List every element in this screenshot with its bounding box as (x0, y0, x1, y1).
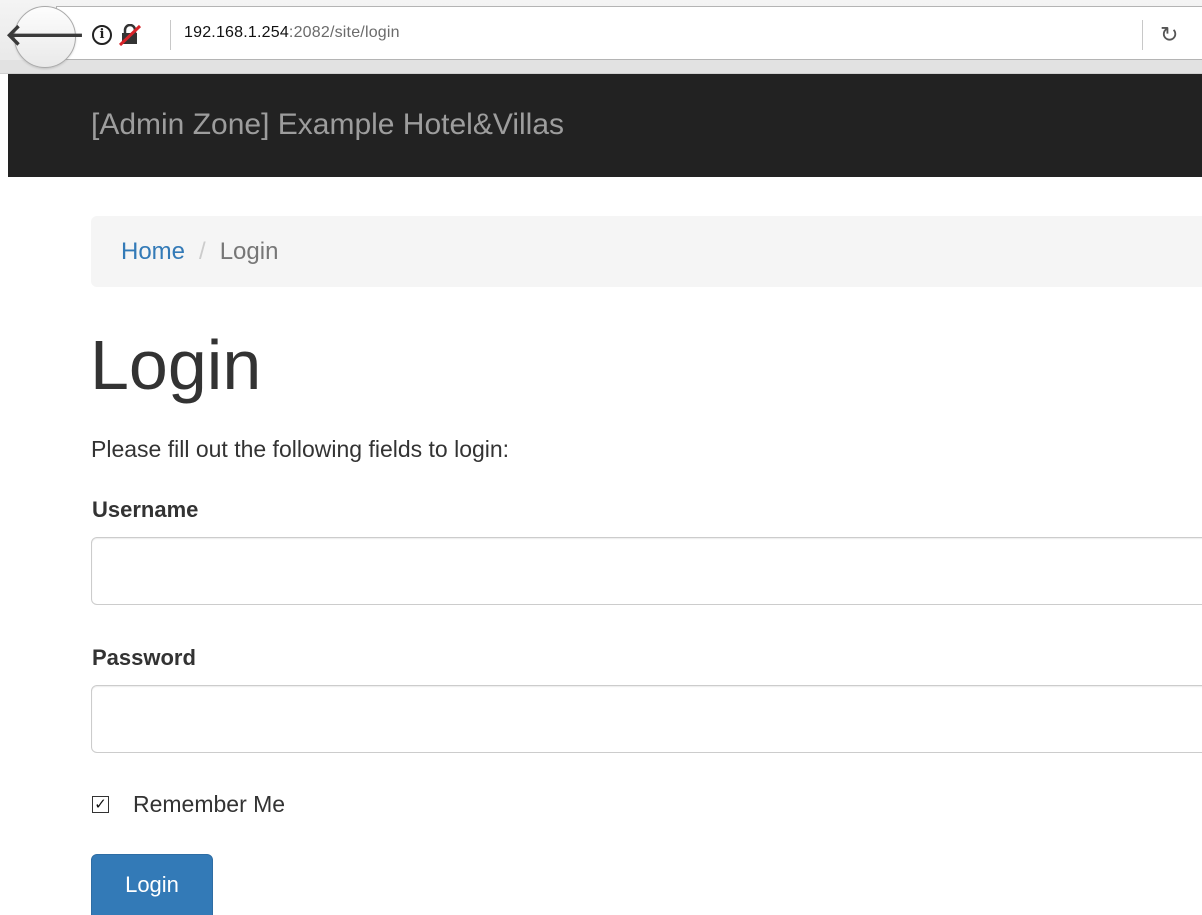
navbar-brand[interactable]: [Admin Zone] Example Hotel&Villas (91, 108, 564, 142)
password-input[interactable] (91, 685, 1202, 753)
username-label: Username (92, 497, 199, 522)
breadcrumb: Home / Login (91, 216, 1202, 287)
remember-me-label[interactable]: Remember Me (133, 791, 285, 818)
url-host: 192.168.1.254 (184, 24, 289, 41)
breadcrumb-home-link[interactable]: Home (121, 238, 185, 265)
url-path: :2082/site/login (288, 24, 400, 41)
page-title: Login (90, 326, 262, 404)
reload-icon[interactable]: ↻ (1160, 22, 1178, 48)
info-icon[interactable]: i (92, 25, 112, 45)
toolbar-edge (0, 60, 1202, 74)
breadcrumb-separator: / (199, 238, 206, 265)
url-text[interactable]: 192.168.1.254:2082/site/login (184, 24, 400, 42)
username-input[interactable] (91, 537, 1202, 605)
breadcrumb-current: Login (219, 238, 279, 265)
navbar: [Admin Zone] Example Hotel&Villas (8, 74, 1202, 177)
checkmark-icon: ✓ (94, 795, 107, 813)
remember-me-row[interactable]: ✓ Remember Me (92, 790, 285, 818)
password-label: Password (92, 645, 196, 670)
remember-me-checkbox[interactable]: ✓ (92, 795, 109, 813)
intro-text: Please fill out the following fields to … (91, 436, 510, 462)
back-button[interactable]: 🡐 (5, 6, 85, 68)
address-separator (170, 20, 171, 50)
browser-toolbar: 🡐 i 192.168.1.254:2082/site/login ↻ (0, 0, 1202, 74)
address-separator-right (1142, 20, 1143, 50)
login-button[interactable]: Login (91, 854, 213, 915)
back-arrow-icon: 🡐 (4, 19, 86, 52)
insecure-lock-icon[interactable] (118, 24, 142, 46)
